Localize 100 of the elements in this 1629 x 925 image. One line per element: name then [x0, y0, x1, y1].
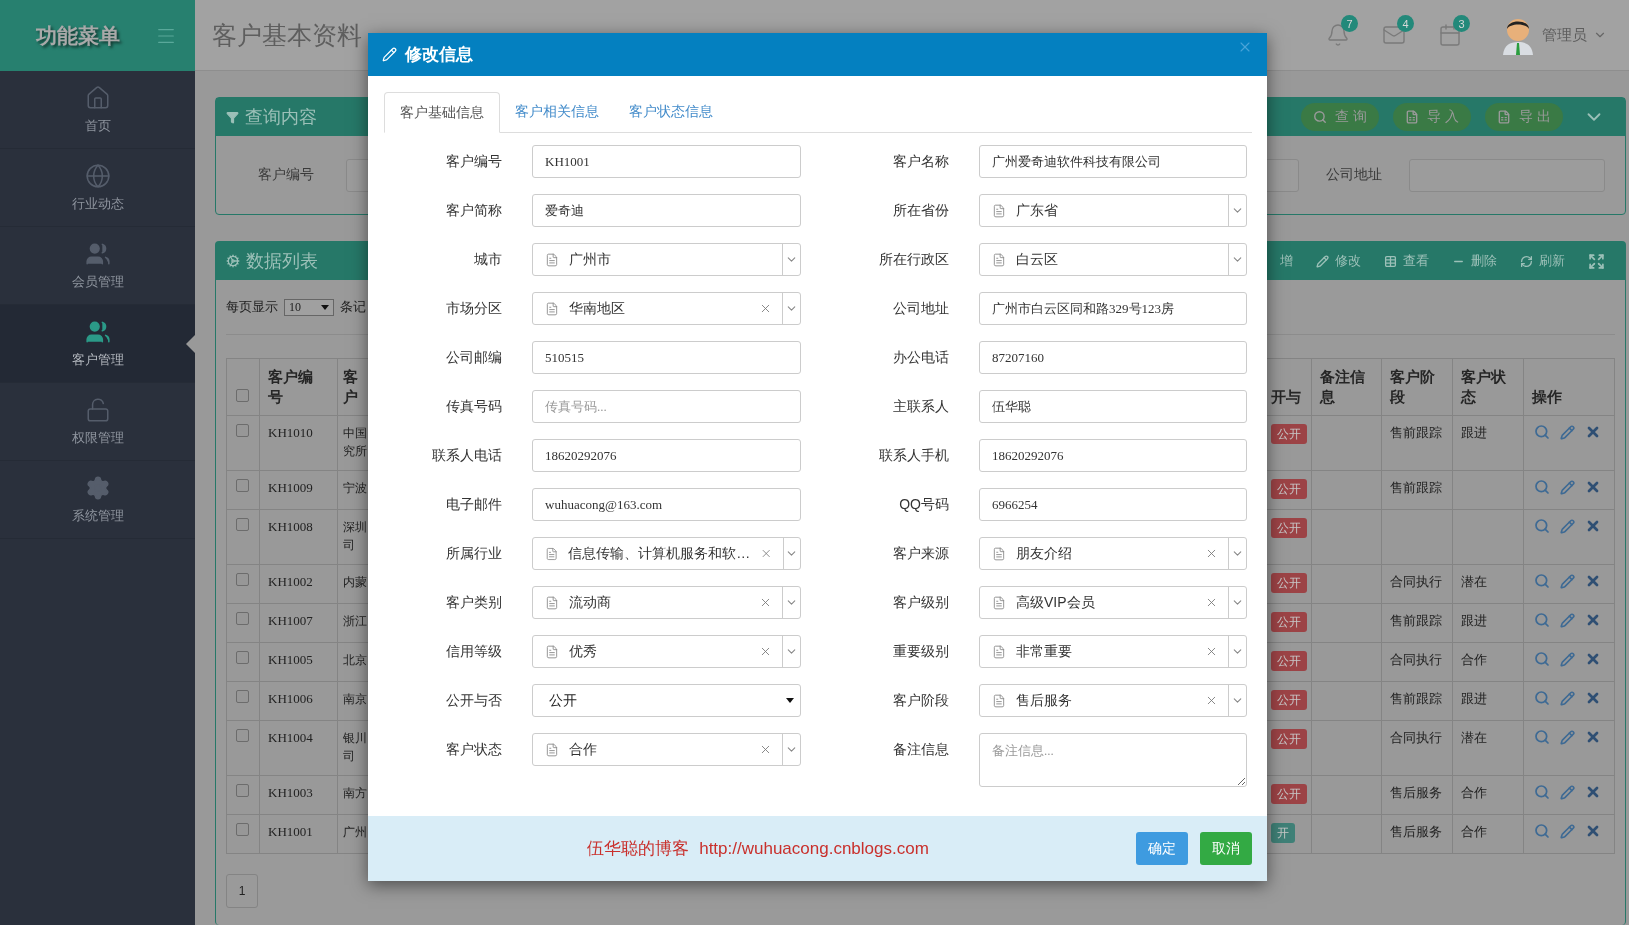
input-field[interactable]: 6966254: [979, 488, 1247, 521]
pencil-icon[interactable]: [1560, 690, 1575, 706]
select-field[interactable]: 广东省: [979, 194, 1247, 227]
clear-icon[interactable]: [1205, 547, 1218, 560]
clear-icon[interactable]: [759, 743, 772, 756]
select-field[interactable]: 优秀: [532, 635, 801, 668]
tab[interactable]: 客户相关信息: [500, 92, 614, 132]
checkbox[interactable]: [236, 424, 249, 437]
search-icon[interactable]: [1534, 479, 1550, 495]
table-cell: 售前跟踪: [1390, 613, 1442, 628]
checkbox[interactable]: [236, 823, 249, 836]
input-field[interactable]: 18620292076: [532, 439, 801, 472]
search-icon[interactable]: [1534, 651, 1550, 667]
input-field[interactable]: 广州爱奇迪软件科技有限公司: [979, 145, 1247, 178]
pencil-icon[interactable]: [1560, 518, 1575, 534]
clear-icon[interactable]: [760, 547, 773, 560]
checkbox[interactable]: [236, 690, 249, 703]
input-field[interactable]: 87207160: [979, 341, 1247, 374]
delete-icon[interactable]: [1585, 518, 1601, 534]
checkbox[interactable]: [236, 518, 249, 531]
caret-icon: [786, 698, 794, 703]
textarea-field[interactable]: 备注信息...: [979, 733, 1247, 787]
input-field[interactable]: 伍华聪: [979, 390, 1247, 423]
input-field[interactable]: KH1001: [532, 145, 801, 178]
pencil-icon[interactable]: [1560, 729, 1575, 745]
sidebar-item[interactable]: 客户管理: [0, 305, 195, 383]
sidebar-item[interactable]: 首页: [0, 71, 195, 149]
select-field[interactable]: 合作: [532, 733, 801, 766]
select-field[interactable]: 高级VIP会员: [979, 586, 1247, 619]
search-icon[interactable]: [1534, 729, 1550, 745]
search-icon[interactable]: [1534, 573, 1550, 589]
sidebar-item[interactable]: 行业动态: [0, 149, 195, 227]
checkbox[interactable]: [236, 612, 249, 625]
clear-icon[interactable]: [1205, 694, 1218, 707]
pencil-icon[interactable]: [1560, 424, 1575, 440]
delete-icon[interactable]: [1585, 612, 1601, 628]
input-field[interactable]: 18620292076: [979, 439, 1247, 472]
select-field[interactable]: 非常重要: [979, 635, 1247, 668]
clear-icon[interactable]: [1205, 596, 1218, 609]
pencil-icon[interactable]: [1560, 651, 1575, 667]
input-field[interactable]: 广州市白云区同和路329号123房: [979, 292, 1247, 325]
select-field[interactable]: 白云区: [979, 243, 1247, 276]
pencil-icon[interactable]: [1560, 573, 1575, 589]
input-field[interactable]: 传真号码...: [532, 390, 801, 423]
delete-icon[interactable]: [1585, 823, 1601, 839]
pencil-icon[interactable]: [1560, 784, 1575, 800]
delete-icon[interactable]: [1585, 651, 1601, 667]
blog-link[interactable]: http://wuhuacong.cnblogs.com: [699, 839, 929, 859]
search-icon[interactable]: [1534, 784, 1550, 800]
select-field[interactable]: 广州市: [532, 243, 801, 276]
delete-icon[interactable]: [1585, 424, 1601, 440]
search-icon[interactable]: [1534, 612, 1550, 628]
input-field[interactable]: 爱奇迪: [532, 194, 801, 227]
pencil-icon[interactable]: [1560, 823, 1575, 839]
delete-icon[interactable]: [1585, 573, 1601, 589]
pencil-icon[interactable]: [1560, 479, 1575, 495]
search-icon[interactable]: [1534, 823, 1550, 839]
delete-icon[interactable]: [1585, 784, 1601, 800]
field-label: 公司地址: [1325, 166, 1383, 184]
field-label: QQ号码: [898, 495, 949, 514]
select-field[interactable]: 售后服务: [979, 684, 1247, 717]
checkbox[interactable]: [236, 573, 249, 586]
sidebar-item[interactable]: 权限管理: [0, 383, 195, 461]
select-field[interactable]: 公开: [532, 684, 801, 717]
input-field[interactable]: 510515: [532, 341, 801, 374]
search-icon: [1313, 110, 1328, 124]
checkbox[interactable]: [236, 651, 249, 664]
checkbox[interactable]: [236, 729, 249, 742]
column-header: 备注信息: [1320, 368, 1365, 405]
delete-icon[interactable]: [1585, 729, 1601, 745]
checkbox[interactable]: [236, 479, 249, 492]
sidebar-item[interactable]: 系统管理: [0, 461, 195, 539]
select-field[interactable]: 流动商: [532, 586, 801, 619]
page-size-select[interactable]: 10: [284, 298, 334, 316]
records-label: 条记: [340, 298, 366, 316]
table-cell-text: 深圳司: [343, 519, 368, 554]
house-icon: [84, 84, 111, 111]
clear-icon[interactable]: [1205, 645, 1218, 658]
select-field[interactable]: 华南地区: [532, 292, 801, 325]
delete-icon[interactable]: [1585, 479, 1601, 495]
input-field[interactable]: wuhuacong@163.com: [532, 488, 801, 521]
pencil-icon[interactable]: [1560, 612, 1575, 628]
search-icon[interactable]: [1534, 424, 1550, 440]
checkbox[interactable]: [236, 784, 249, 797]
tab[interactable]: 客户基础信息: [384, 92, 500, 133]
select-field[interactable]: 朋友介绍: [979, 537, 1247, 570]
tab[interactable]: 客户状态信息: [614, 92, 728, 132]
select-field[interactable]: 信息传输、计算机服务和软…: [532, 537, 801, 570]
page-button[interactable]: 1: [226, 874, 258, 908]
checkbox[interactable]: [236, 389, 249, 402]
delete-icon[interactable]: [1585, 690, 1601, 706]
table-cell-text: 宁波: [343, 480, 368, 497]
count-badge: 3: [1453, 15, 1470, 32]
search-icon[interactable]: [1534, 518, 1550, 534]
clear-icon[interactable]: [759, 596, 772, 609]
toolbar-button[interactable]: [1588, 252, 1605, 270]
table-cell-text: 银川司: [343, 730, 368, 765]
clear-icon[interactable]: [759, 645, 772, 658]
search-icon[interactable]: [1534, 690, 1550, 706]
clear-icon[interactable]: [759, 302, 772, 315]
